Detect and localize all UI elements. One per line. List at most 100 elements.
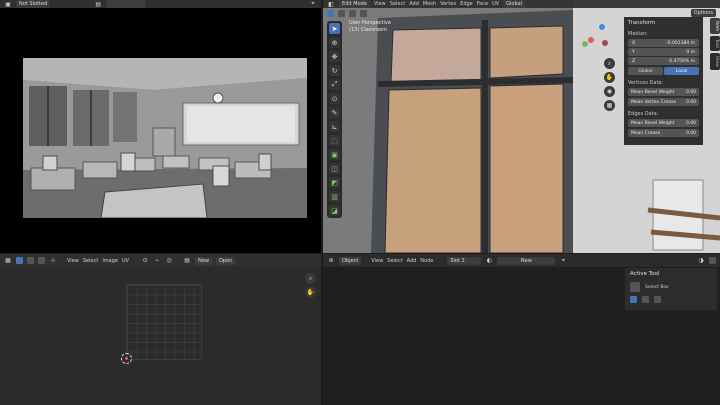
- editor-type-icon[interactable]: ▣: [4, 0, 12, 8]
- menu-select[interactable]: Select: [83, 258, 98, 264]
- sticky-select-icon[interactable]: ⊹: [49, 257, 57, 265]
- editor-type-icon[interactable]: ▦: [4, 257, 12, 265]
- menu-view[interactable]: View: [371, 258, 383, 264]
- transform-tool[interactable]: ⊙: [329, 93, 340, 104]
- menu-select[interactable]: Select: [390, 1, 405, 7]
- menu-add[interactable]: Add: [409, 1, 419, 7]
- menu-mesh[interactable]: Mesh: [423, 1, 436, 7]
- proportional-icon[interactable]: ◎: [165, 257, 173, 265]
- inset-tool[interactable]: ◫: [329, 163, 340, 174]
- perspective-grid-icon[interactable]: ▦: [604, 100, 615, 111]
- uv-grid[interactable]: [126, 284, 202, 360]
- uv-vertex-mode-icon[interactable]: [27, 257, 34, 264]
- menu-select[interactable]: Select: [387, 258, 402, 264]
- move-tool[interactable]: ✥: [329, 51, 340, 62]
- menu-face[interactable]: Face: [477, 1, 488, 7]
- menu-vertex[interactable]: Vertex: [440, 1, 456, 7]
- open-image-button[interactable]: Open: [215, 256, 236, 265]
- uv-editor[interactable]: ▦ ⊹ View Select Image UV ⊙ ⌁ ◎ ▤ New Ope…: [0, 254, 321, 405]
- cursor-tool[interactable]: ⊕: [329, 37, 340, 48]
- global-button[interactable]: Global: [628, 67, 663, 75]
- vertex-crease-field[interactable]: Mean Vertex Crease 0.00: [628, 98, 699, 106]
- scale-tool[interactable]: ⤢: [329, 79, 340, 90]
- menu-image[interactable]: Image: [102, 258, 118, 264]
- vertex-select-icon[interactable]: [338, 9, 345, 17]
- annotate-tool[interactable]: ✎: [329, 107, 340, 118]
- median-label: Median:: [628, 31, 648, 37]
- render-image: [23, 58, 307, 218]
- face-select-icon[interactable]: [360, 9, 367, 17]
- median-z-field[interactable]: Z 0.4759% m: [628, 57, 699, 65]
- select-box-label: Select Box: [645, 284, 669, 290]
- editor-type-icon[interactable]: ⊛: [327, 257, 335, 265]
- edge-select-icon[interactable]: [349, 9, 356, 17]
- overlay-icon[interactable]: ◑: [697, 257, 705, 265]
- shader-type-dropdown[interactable]: Object: [339, 256, 362, 265]
- select-mode-row: [630, 296, 712, 303]
- pan-hand-icon[interactable]: ✋: [604, 72, 615, 83]
- menu-view[interactable]: View: [67, 258, 79, 264]
- options-button[interactable]: Options: [690, 9, 716, 17]
- 2d-cursor-icon[interactable]: [121, 353, 132, 364]
- menu-edge[interactable]: Edge: [460, 1, 473, 7]
- loop-cut-tool[interactable]: ▥: [329, 191, 340, 202]
- navigation-gizmo-buttons: ⌕ ✋ ◉ ▦: [604, 58, 615, 111]
- mode-subtract-icon[interactable]: [654, 296, 661, 303]
- new-material-button[interactable]: New: [497, 256, 556, 265]
- render-slot-field[interactable]: Not Slotted: [16, 0, 51, 8]
- tab-tool[interactable]: Tool: [710, 36, 720, 51]
- pivot-icon[interactable]: ⊙: [141, 257, 149, 265]
- menu-node[interactable]: Node: [420, 258, 433, 264]
- zoom-icon[interactable]: ⌕: [604, 58, 615, 69]
- tab-view[interactable]: View: [710, 53, 720, 70]
- snap-icon[interactable]: ⌁: [153, 257, 161, 265]
- pin-icon[interactable]: ⌖: [309, 0, 317, 8]
- edge-bevel-weight-field[interactable]: Mean Bevel Weight 0.00: [628, 119, 699, 127]
- menu-view[interactable]: View: [374, 1, 386, 7]
- material-browse-icon[interactable]: ◐: [485, 257, 493, 265]
- mode-set-icon[interactable]: [630, 296, 637, 303]
- snap-icon[interactable]: [709, 257, 716, 264]
- new-image-button[interactable]: New: [195, 256, 212, 265]
- viewport-header: ◧ Edit Mode View Select Add Mesh Vertex …: [323, 0, 720, 8]
- select-box-row[interactable]: Select Box: [630, 282, 712, 292]
- menu-uv[interactable]: UV: [122, 258, 129, 264]
- mode-dropdown[interactable]: Edit Mode: [339, 0, 370, 8]
- uv-sync-icon[interactable]: [16, 257, 23, 264]
- tool-shelf: ➤ ⊕ ✥ ↻ ⤢ ⊙ ✎ ⊾ ⬚ ▣ ◫ ◩ ▥ ◪: [327, 21, 342, 218]
- menu-uv[interactable]: UV: [492, 1, 499, 7]
- render-view-dropdown[interactable]: [106, 0, 147, 8]
- bevel-tool[interactable]: ◩: [329, 177, 340, 188]
- pin-icon[interactable]: ⌖: [559, 257, 567, 265]
- uv-zoom-icon[interactable]: ⌕: [305, 273, 316, 284]
- uv-pan-hand-icon[interactable]: ✋: [305, 287, 316, 298]
- slot-dropdown[interactable]: Slot 2: [447, 256, 482, 265]
- uv-edge-mode-icon[interactable]: [38, 257, 45, 264]
- tab-item[interactable]: Item: [710, 18, 720, 35]
- image-browse-icon[interactable]: ▤: [94, 0, 102, 8]
- median-x-field[interactable]: X -0.001384 m: [628, 39, 699, 47]
- image-browse-icon[interactable]: ▤: [183, 257, 191, 265]
- knife-tool[interactable]: ◪: [329, 205, 340, 216]
- add-cube-tool[interactable]: ⬚: [329, 135, 340, 146]
- render-panel: ▣ Not Slotted ▤ ⌖: [0, 0, 321, 253]
- vertices-data-label: Vertices Data:: [628, 80, 664, 86]
- median-y-field[interactable]: Y0 m: [628, 48, 699, 56]
- edge-crease-field[interactable]: Mean Crease 0.00: [628, 129, 699, 137]
- menu-add[interactable]: Add: [407, 258, 417, 264]
- select-box-tool[interactable]: ➤: [329, 23, 340, 34]
- classroom-render: [23, 58, 307, 218]
- mode-extend-icon[interactable]: [642, 296, 649, 303]
- rotate-tool[interactable]: ↻: [329, 65, 340, 76]
- orientation-dropdown[interactable]: Global: [503, 0, 526, 8]
- 3d-viewport[interactable]: ◧ Edit Mode View Select Add Mesh Vertex …: [323, 0, 720, 253]
- editor-type-icon[interactable]: ◧: [327, 0, 335, 8]
- extrude-tool[interactable]: ▣: [329, 149, 340, 160]
- vertex-bevel-weight-field[interactable]: Mean Bevel Weight 0.00: [628, 88, 699, 96]
- select-mode-icon[interactable]: [327, 9, 334, 17]
- shader-node-editor[interactable]: ⊛ Object View Select Add Node Slot 2 ◐ N…: [323, 254, 720, 405]
- render-header: ▣ Not Slotted ▤ ⌖: [0, 0, 321, 8]
- camera-icon[interactable]: ◉: [604, 86, 615, 97]
- measure-tool[interactable]: ⊾: [329, 121, 340, 132]
- local-button[interactable]: Local: [664, 67, 699, 75]
